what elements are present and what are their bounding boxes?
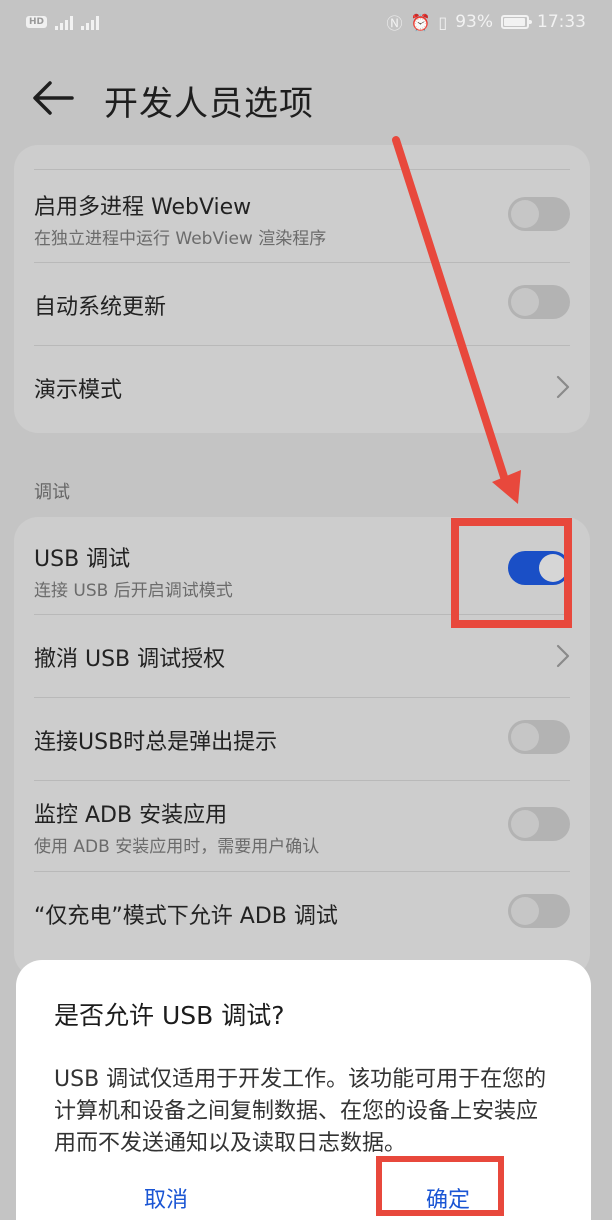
multiprocess-webview-toggle[interactable] xyxy=(508,197,570,231)
usb-debug-dialog: 是否允许 USB 调试? USB 调试仅适用于开发工作。该功能可用于在您的计算机… xyxy=(16,960,591,1220)
row-charge-only-adb[interactable]: “仅充电”模式下允许 ADB 调试 xyxy=(14,872,590,954)
monitor-adb-toggle[interactable] xyxy=(508,807,570,841)
dialog-title: 是否允许 USB 调试? xyxy=(54,1001,285,1030)
row-auto-system-update[interactable]: 自动系统更新 xyxy=(14,263,590,345)
alarm-icon: ⏰ xyxy=(410,12,431,32)
row-demo-mode[interactable]: 演示模式 xyxy=(14,346,590,428)
section-label-debug: 调试 xyxy=(34,482,70,503)
row-title: USB 调试 xyxy=(34,547,131,572)
row-monitor-adb-installs[interactable]: 监控 ADB 安装应用 使用 ADB 安装应用时，需要用户确认 xyxy=(14,781,590,871)
vibrate-icon: ▯ xyxy=(438,12,448,32)
row-title: 启用多进程 WebView xyxy=(34,195,252,220)
cancel-button[interactable]: 取消 xyxy=(144,1182,188,1214)
row-subtitle: 连接 USB 后开启调试模式 xyxy=(34,581,233,601)
status-bar: HD Ⓝ ⏰ ▯ 93% 17:33 xyxy=(0,0,612,44)
chevron-right-icon xyxy=(556,375,570,399)
page-title: 开发人员选项 xyxy=(104,84,314,124)
row-title: 连接USB时总是弹出提示 xyxy=(34,730,278,755)
row-title: 演示模式 xyxy=(34,378,123,403)
row-title: “仅充电”模式下允许 ADB 调试 xyxy=(34,904,338,929)
charge-only-adb-toggle[interactable] xyxy=(508,894,570,928)
annotation-highlight-ok xyxy=(376,1156,504,1216)
signal-icon-2 xyxy=(81,14,100,30)
settings-card-general: 启用多进程 WebView 在独立进程中运行 WebView 渲染程序 自动系统… xyxy=(14,145,590,433)
divider xyxy=(34,169,570,170)
annotation-highlight-toggle xyxy=(451,518,572,628)
hd-badge: HD xyxy=(26,16,48,28)
clock: 17:33 xyxy=(537,12,586,32)
row-title: 自动系统更新 xyxy=(34,295,167,320)
nfc-icon: Ⓝ xyxy=(386,14,403,33)
status-left: HD xyxy=(26,14,100,30)
row-title: 监控 ADB 安装应用 xyxy=(34,803,228,828)
usb-prompt-toggle[interactable] xyxy=(508,720,570,754)
row-subtitle: 在独立进程中运行 WebView 渲染程序 xyxy=(34,229,327,249)
battery-icon xyxy=(501,15,532,29)
status-right: Ⓝ ⏰ ▯ 93% 17:33 xyxy=(386,10,586,34)
dialog-message: USB 调试仅适用于开发工作。该功能可用于在您的计算机和设备之间复制数据、在您的… xyxy=(54,1067,547,1156)
chevron-right-icon xyxy=(556,644,570,668)
signal-icon xyxy=(55,14,74,30)
back-arrow-icon[interactable] xyxy=(30,78,76,118)
row-subtitle: 使用 ADB 安装应用时，需要用户确认 xyxy=(34,837,320,857)
row-usb-prompt[interactable]: 连接USB时总是弹出提示 xyxy=(14,698,590,780)
row-multiprocess-webview[interactable]: 启用多进程 WebView 在独立进程中运行 WebView 渲染程序 xyxy=(14,175,590,263)
row-title: 撤消 USB 调试授权 xyxy=(34,647,226,672)
app-bar: 开发人员选项 xyxy=(0,60,612,134)
auto-system-update-toggle[interactable] xyxy=(508,285,570,319)
battery-percent: 93% xyxy=(455,12,493,32)
